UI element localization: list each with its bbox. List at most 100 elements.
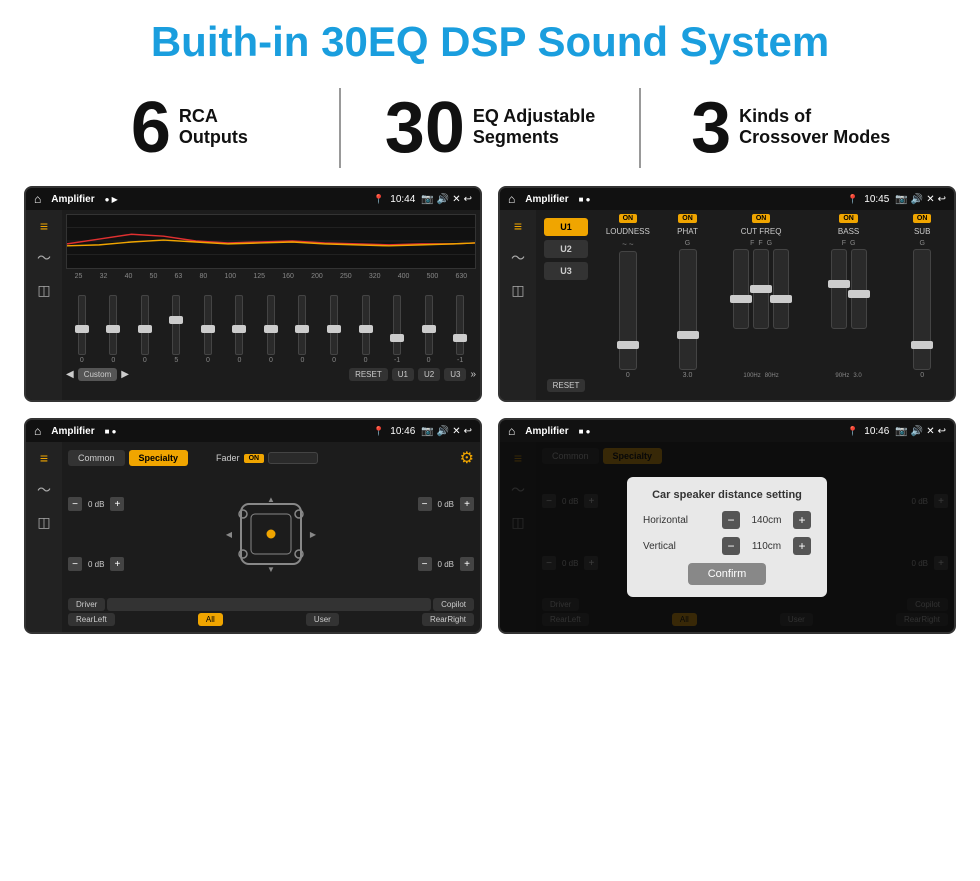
bass-slider-1[interactable] (831, 249, 847, 329)
u2-btn[interactable]: U2 (418, 368, 440, 381)
rearright-btn-3[interactable]: RearRight (422, 613, 474, 626)
u3-btn[interactable]: U3 (444, 368, 466, 381)
fader-slider-3[interactable] (268, 452, 318, 464)
rl-minus[interactable]: − (68, 557, 82, 571)
slider-track-12[interactable] (425, 295, 433, 355)
screen3-main: Common Specialty Fader ON ⚙ − (62, 442, 480, 632)
cutfreq-slider-3[interactable] (773, 249, 789, 329)
eq-icon-3[interactable]: ≡ (40, 450, 48, 466)
u1-btn[interactable]: U1 (392, 368, 414, 381)
wave-icon-2[interactable]: 〜 (511, 248, 525, 268)
common-tab-3[interactable]: Common (68, 450, 125, 466)
phat-slider[interactable] (679, 249, 697, 370)
reset-btn-1[interactable]: RESET (349, 368, 388, 381)
wave-icon-1[interactable]: 〜 (37, 248, 51, 268)
slider-track-8[interactable] (298, 295, 306, 355)
slider-thumb-3 (138, 325, 152, 333)
slider-val-12: 0 (427, 357, 431, 364)
rr-plus[interactable]: + (460, 557, 474, 571)
fr-minus[interactable]: − (418, 497, 432, 511)
stat-line2-eq: Segments (473, 127, 595, 148)
x-icon-3: ✕ (452, 426, 460, 437)
phat-label: PHAT (677, 227, 698, 236)
cutfreq-labels: F F G (750, 240, 772, 247)
fl-minus[interactable]: − (68, 497, 82, 511)
all-btn-3[interactable]: All (198, 613, 223, 626)
screen3-title: Amplifier (51, 426, 94, 437)
prev-arrow[interactable]: ◀ (66, 369, 74, 380)
freq-400: 400 (398, 273, 410, 280)
slider-track-6[interactable] (235, 295, 243, 355)
rearleft-btn-3[interactable]: RearLeft (68, 613, 115, 626)
slider-track-5[interactable] (204, 295, 212, 355)
custom-btn[interactable]: Custom (78, 368, 118, 381)
slider-track-10[interactable] (362, 295, 370, 355)
screen4-dots: ■ ● (579, 427, 591, 436)
slider-track-9[interactable] (330, 295, 338, 355)
slider-thumb-11 (390, 334, 404, 342)
fl-plus[interactable]: + (110, 497, 124, 511)
back-icon-2: ↩ (938, 194, 946, 205)
eq-icon-1[interactable]: ≡ (40, 218, 48, 234)
bass-label: BASS (838, 227, 859, 236)
eq-graph (66, 214, 476, 269)
svg-text:▲: ▲ (267, 495, 275, 504)
horizontal-plus[interactable]: + (793, 511, 811, 529)
home-icon-1: ⌂ (34, 192, 41, 206)
loudness-tilde: ~ ~ (622, 240, 633, 249)
screen2-dots: ■ ● (579, 195, 591, 204)
dialog-title: Car speaker distance setting (643, 489, 811, 501)
speaker-icon-1[interactable]: ◫ (37, 282, 50, 299)
u2-preset-btn[interactable]: U2 (544, 240, 588, 258)
screen4-title: Amplifier (525, 426, 568, 437)
copilot-btn-3[interactable]: Copilot (433, 598, 474, 611)
wave-icon-3[interactable]: 〜 (37, 480, 51, 500)
u1-preset-btn[interactable]: U1 (544, 218, 588, 236)
slider-track-11[interactable] (393, 295, 401, 355)
more-arrow[interactable]: » (470, 369, 476, 380)
screen3-time: 10:46 (390, 426, 415, 437)
bass-thumb-2 (848, 290, 870, 298)
slider-val-2: 0 (111, 357, 115, 364)
user-btn-3[interactable]: User (306, 613, 339, 626)
settings-icon-3[interactable]: ⚙ (460, 448, 474, 468)
u3-preset-btn[interactable]: U3 (544, 262, 588, 280)
vol-icon-3: 🔊 (437, 426, 449, 437)
slider-track-1[interactable] (78, 295, 86, 355)
loudness-slider[interactable] (619, 251, 637, 370)
vertical-minus[interactable]: − (722, 537, 740, 555)
cutfreq-slider-1[interactable] (733, 249, 749, 329)
driver-btn-3[interactable]: Driver (68, 598, 105, 611)
slider-track-3[interactable] (141, 295, 149, 355)
bass-slider-2[interactable] (851, 249, 867, 329)
back-icon-1: ↩ (464, 194, 472, 205)
reset-btn-2[interactable]: RESET (547, 379, 586, 392)
cutfreq-slider-2[interactable] (753, 249, 769, 329)
bass-freqs: 90Hz 3.0 (835, 373, 861, 379)
rl-plus[interactable]: + (110, 557, 124, 571)
sub-g: G (919, 240, 924, 247)
vertical-plus[interactable]: + (793, 537, 811, 555)
screen3-icons: 📷 🔊 ✕ ↩ (421, 426, 472, 437)
stat-line1-crossover: Kinds of (739, 106, 890, 127)
screen2-sidebar: ≡ 〜 ◫ (500, 210, 536, 400)
speaker-icon-2[interactable]: ◫ (511, 282, 524, 299)
horizontal-minus[interactable]: − (722, 511, 740, 529)
phat-control: ON PHAT G 3.0 (660, 214, 716, 379)
specialty-tab-3[interactable]: Specialty (129, 450, 189, 466)
slider-track-7[interactable] (267, 295, 275, 355)
rr-minus[interactable]: − (418, 557, 432, 571)
sub-control: ON SUB G 0 (894, 214, 950, 379)
svg-text:▼: ▼ (267, 565, 275, 574)
freq-32: 32 (100, 273, 108, 280)
confirm-button[interactable]: Confirm (688, 563, 767, 585)
speaker-icon-3[interactable]: ◫ (37, 514, 50, 531)
fr-plus[interactable]: + (460, 497, 474, 511)
sub-slider[interactable] (913, 249, 931, 370)
slider-track-13[interactable] (456, 295, 464, 355)
slider-track-2[interactable] (109, 295, 117, 355)
next-arrow[interactable]: ▶ (121, 369, 129, 380)
slider-track-4[interactable] (172, 295, 180, 355)
freq-40: 40 (125, 273, 133, 280)
eq-icon-2[interactable]: ≡ (514, 218, 522, 234)
